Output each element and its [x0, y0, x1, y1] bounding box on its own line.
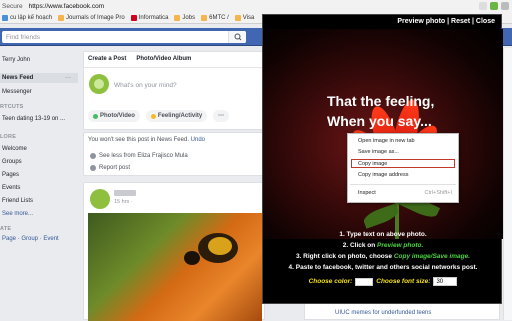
- chat-strip: [503, 48, 512, 320]
- bookmark-favicon-icon: [2, 15, 8, 21]
- hidden-post-card: You won't see this post in News Feed. Un…: [83, 132, 265, 176]
- post-timestamp[interactable]: 15 hrs ·: [114, 199, 133, 205]
- search-icon: [234, 33, 242, 41]
- bookmark-item[interactable]: cu lập kế hoạch: [2, 15, 52, 21]
- address-bar[interactable]: Secure https://www.facebook.com: [0, 1, 512, 12]
- avatar[interactable]: [89, 74, 109, 94]
- composer-actions: Photo/Video Feeling/Activity ···: [88, 110, 230, 122]
- sidebar-item-messenger[interactable]: Messenger: [2, 89, 32, 95]
- avatar[interactable]: [90, 189, 110, 209]
- bookmark-item[interactable]: Jobs: [174, 15, 195, 21]
- sidebar-item-news-feed[interactable]: News Feed: [2, 75, 33, 81]
- instruction-step-3: 3. Right click on photo, choose Copy ima…: [295, 253, 471, 260]
- bookmark-item[interactable]: Informatica: [130, 15, 168, 21]
- menu-separator: [350, 184, 456, 185]
- see-more-link[interactable]: See more...: [2, 211, 33, 217]
- style-controls: Choose color: Choose font size: 30: [263, 277, 503, 286]
- divider: [84, 67, 264, 68]
- search-button[interactable]: [228, 31, 246, 43]
- sidebar-user[interactable]: Terry John: [2, 57, 30, 63]
- post-composer: Create a Post Photo/Video Album What's o…: [83, 51, 265, 130]
- suggested-text[interactable]: UIUC memes for underfunded teens: [335, 310, 431, 316]
- overlay-text-line2[interactable]: When you say...: [327, 113, 432, 129]
- sidebar-item-shortcut[interactable]: Teen dating 13-19 on ...: [2, 116, 65, 122]
- secure-label: Secure: [2, 3, 23, 10]
- folder-icon: [174, 15, 181, 21]
- copy-save-hint: Copy image/Save image.: [393, 253, 471, 260]
- shortcuts-header: RTCUTS: [0, 104, 24, 110]
- instruction-step-1: 1. Type text on above photo.: [339, 231, 427, 238]
- photo-text-popup: Preview photo | Reset | Close That the f…: [262, 14, 503, 304]
- photo-video-button[interactable]: Photo/Video: [88, 110, 140, 122]
- explore-header: LORE: [0, 134, 17, 140]
- more-options-icon[interactable]: ···: [65, 75, 71, 81]
- smiley-icon: [150, 113, 156, 119]
- sidebar-item-pages[interactable]: Pages: [2, 172, 19, 178]
- menu-item-save-image[interactable]: Save image as...: [358, 149, 399, 155]
- bee-head: [184, 251, 200, 265]
- bookmark-item[interactable]: Journals of Image Pro: [58, 15, 125, 21]
- feeling-activity-button[interactable]: Feeling/Activity: [145, 110, 208, 122]
- overlay-text-line1[interactable]: That the feeling,: [327, 93, 434, 109]
- choose-color-label: Choose color:: [308, 278, 353, 285]
- sidebar-item-events[interactable]: Events: [2, 185, 20, 191]
- instructions: 1. Type text on above photo. 2. Click on…: [263, 229, 503, 273]
- undo-link[interactable]: Undo: [191, 137, 205, 143]
- bookmark-star-icon[interactable]: [479, 2, 487, 10]
- bookmark-item[interactable]: Visa: [234, 15, 254, 21]
- menu-item-copy-image[interactable]: Copy image: [358, 161, 387, 167]
- sidebar-item-groups[interactable]: Groups: [2, 159, 22, 165]
- post-photo[interactable]: [88, 213, 262, 321]
- folder-icon: [201, 15, 208, 21]
- menu-item-open-image[interactable]: Open image in new tab: [358, 138, 415, 144]
- folder-icon: [234, 15, 241, 21]
- tab-photo-album[interactable]: Photo/Video Album: [136, 56, 191, 62]
- popup-links[interactable]: Preview photo | Reset | Close: [397, 18, 495, 25]
- see-less-option[interactable]: See less from Eliza Frajisco Mula: [90, 153, 188, 159]
- instruction-step-4: 4. Paste to facebook, twitter and others…: [288, 264, 478, 271]
- status-input[interactable]: What's on your mind?: [114, 82, 177, 89]
- composer-tabs: Create a Post Photo/Video Album: [88, 56, 191, 62]
- bookmark-favicon-icon: [130, 15, 137, 21]
- hidden-post-message: You won't see this post in News Feed. Un…: [88, 137, 205, 143]
- see-less-icon: [90, 153, 96, 159]
- extension-icon[interactable]: [490, 2, 498, 10]
- sidebar-item-welcome[interactable]: Welcome: [2, 146, 27, 152]
- color-picker[interactable]: [355, 277, 374, 286]
- choose-font-size-label: Choose font size:: [376, 278, 431, 285]
- more-actions-button[interactable]: ···: [213, 110, 230, 122]
- bookmark-favicon-icon: [58, 15, 65, 21]
- report-icon: [90, 165, 96, 171]
- bookmark-item[interactable]: 6MTC /: [201, 15, 229, 21]
- create-header: ATE: [0, 226, 12, 232]
- bee-stripe: [208, 237, 232, 255]
- context-menu: Open image in new tab Save image as... C…: [347, 133, 459, 203]
- menu-item-inspect[interactable]: Inspect: [358, 190, 376, 196]
- feed-post: 15 hrs ·: [83, 182, 265, 321]
- preview-photo[interactable]: That the feeling, When you say... Open i…: [263, 29, 503, 239]
- search-input[interactable]: Find friends: [2, 31, 246, 43]
- photo-icon: [93, 113, 98, 119]
- left-sidebar: Terry John News Feed ··· Messenger RTCUT…: [0, 48, 78, 320]
- menu-icon[interactable]: [501, 2, 509, 10]
- font-size-input[interactable]: 30: [433, 277, 458, 286]
- post-author-name[interactable]: [114, 190, 136, 196]
- menu-item-copy-address[interactable]: Copy image address: [358, 172, 408, 178]
- inspect-shortcut: Ctrl+Shift+I: [424, 190, 452, 196]
- extension-icons: [479, 2, 509, 10]
- instruction-step-2: 2. Click on Preview photo.: [342, 242, 424, 249]
- url-text[interactable]: https://www.facebook.com: [29, 3, 105, 10]
- report-post-option[interactable]: Report post: [90, 165, 130, 171]
- search-placeholder: Find friends: [6, 33, 40, 41]
- preview-photo-link[interactable]: Preview photo.: [377, 242, 423, 249]
- create-links[interactable]: Page · Group · Event: [2, 236, 59, 242]
- sidebar-item-friend-lists[interactable]: Friend Lists: [2, 198, 33, 204]
- tab-create-post[interactable]: Create a Post: [88, 56, 126, 62]
